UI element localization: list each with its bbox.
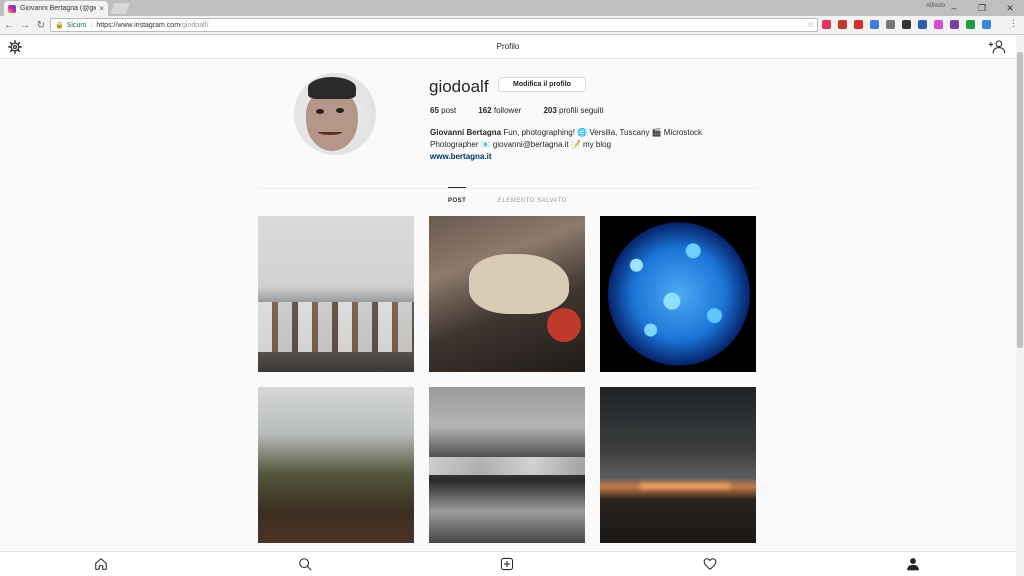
posts-stat: 65 post	[430, 106, 456, 115]
tab-title: Giovanni Bertagna (@gio	[20, 5, 97, 12]
page-scrollbar-thumb[interactable]	[1017, 52, 1023, 348]
following-label: profili seguiti	[559, 106, 604, 115]
heart-icon[interactable]	[703, 557, 717, 571]
photo-misty-hedge[interactable]	[258, 387, 414, 543]
extension-icon[interactable]	[934, 20, 943, 29]
profile-stats: 65 post 162 follower 203 profili seguiti	[430, 106, 626, 115]
browser-titlebar: Giovanni Bertagna (@gio × Alfredo – ❐ ✕	[0, 0, 1024, 16]
extension-icon[interactable]	[854, 20, 863, 29]
lock-icon: 🔒	[55, 22, 64, 29]
followers-stat[interactable]: 162 follower	[478, 106, 521, 115]
profile-full-name: Giovanni Bertagna	[430, 128, 502, 137]
following-stat[interactable]: 203 profili seguiti	[543, 106, 603, 115]
instagram-favicon-icon	[8, 4, 16, 13]
followers-count: 162	[478, 106, 492, 115]
new-tab-button[interactable]	[109, 3, 131, 14]
horse-shape	[469, 254, 569, 314]
app-header: Profilo	[0, 36, 1016, 59]
avatar-hair	[308, 77, 356, 99]
address-separator: |	[90, 21, 93, 29]
followers-label: follower	[493, 106, 522, 115]
browser-tab[interactable]: Giovanni Bertagna (@gio ×	[4, 1, 108, 16]
following-count: 203	[543, 106, 557, 115]
tab-close-icon[interactable]: ×	[99, 4, 104, 13]
new-post-icon[interactable]	[500, 557, 514, 571]
wave-shape	[429, 457, 585, 475]
avatar-mouth	[318, 129, 342, 135]
extension-icons	[822, 20, 998, 29]
extension-icon[interactable]	[838, 20, 847, 29]
browser-toolbar: ← → ↻ 🔒 Sicuro | https://www.instagram.c…	[0, 16, 1024, 35]
photo-blue-bokeh[interactable]	[600, 216, 756, 372]
tabs-divider	[258, 188, 757, 189]
sunset-glow-shape	[640, 483, 730, 489]
profile-bio: Giovanni Bertagna Fun, photographing! 🌐 …	[430, 127, 730, 151]
extension-icon[interactable]	[950, 20, 959, 29]
window-controls: – ❐ ✕	[940, 0, 1024, 16]
close-window-button[interactable]: ✕	[996, 0, 1024, 16]
tab-post[interactable]: POST	[448, 198, 466, 204]
red-ball-shape	[547, 308, 581, 342]
extension-icon[interactable]	[870, 20, 879, 29]
extension-icon[interactable]	[918, 20, 927, 29]
profile-avatar[interactable]	[294, 73, 376, 155]
home-icon[interactable]	[94, 557, 108, 571]
forward-icon[interactable]: →	[18, 20, 32, 31]
bokeh-shape	[608, 222, 750, 366]
extension-icon[interactable]	[966, 20, 975, 29]
posts-count: 65	[430, 106, 439, 115]
add-user-icon[interactable]	[988, 39, 1006, 55]
profile-website-link[interactable]: www.bertagna.it	[430, 152, 492, 161]
extension-icon[interactable]	[902, 20, 911, 29]
back-icon[interactable]: ←	[2, 20, 16, 31]
url-host: https://www.instagram.com	[96, 21, 181, 29]
secure-label: Sicuro	[66, 21, 87, 29]
active-tab-indicator	[448, 187, 466, 188]
page-title: Profilo	[496, 42, 520, 51]
maximize-button[interactable]: ❐	[968, 0, 996, 16]
posts-label: post	[441, 106, 457, 115]
tab-saved[interactable]: ELEMENTO SALVATO	[498, 198, 567, 204]
bookmark-star-icon[interactable]: ☆	[807, 20, 814, 29]
photo-carnival-horse[interactable]	[429, 216, 585, 372]
avatar-eye	[336, 108, 344, 113]
extension-icon[interactable]	[822, 20, 831, 29]
url-path: /giodoalf/	[180, 21, 209, 29]
edit-profile-button[interactable]: Modifica il profilo	[498, 77, 586, 92]
bio-line-1: Fun, photographing! 🌐 Versilia, Tuscany …	[501, 128, 703, 137]
bottom-navigation	[0, 551, 1016, 576]
rooftops-shape	[258, 302, 414, 352]
photo-sunset-clouds[interactable]	[600, 387, 756, 543]
search-icon[interactable]	[298, 557, 312, 571]
browser-menu-icon[interactable]: ⋮	[1009, 18, 1018, 29]
photo-sea-waves[interactable]	[429, 387, 585, 543]
profile-username: giodoalf	[429, 77, 489, 96]
avatar-eye	[316, 109, 324, 114]
bio-line-2: Photographer 📧 giovanni@bertagna.it 📝 my…	[430, 140, 612, 149]
reload-icon[interactable]: ↻	[34, 20, 48, 31]
address-bar[interactable]: 🔒 Sicuro | https://www.instagram.com /gi…	[50, 18, 818, 32]
photo-snowy-rooftops[interactable]	[258, 216, 414, 372]
profile-icon[interactable]	[906, 557, 920, 571]
extension-icon[interactable]	[982, 20, 991, 29]
minimize-button[interactable]: –	[940, 0, 968, 16]
extension-icon[interactable]	[886, 20, 895, 29]
